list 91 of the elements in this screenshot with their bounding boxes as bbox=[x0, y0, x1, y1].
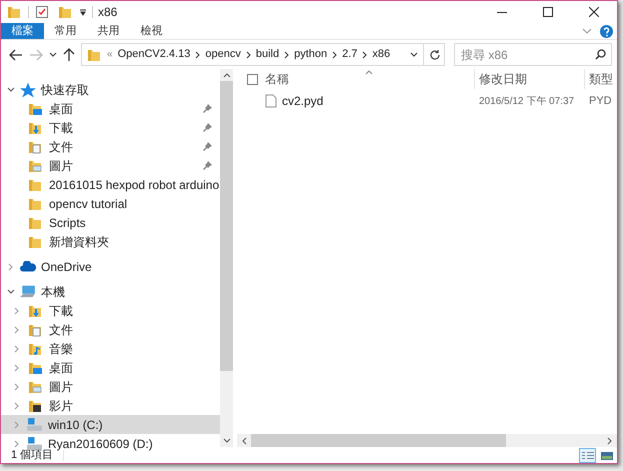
sidebar-row[interactable]: 文件 bbox=[1, 320, 220, 339]
sidebar-item[interactable]: OneDrive bbox=[41, 260, 92, 274]
table-cell-text: PYD bbox=[588, 94, 612, 109]
scrollbar-thumb[interactable] bbox=[220, 81, 233, 371]
chevron-down-icon[interactable] bbox=[7, 86, 15, 94]
scrollbar-thumb[interactable] bbox=[251, 434, 506, 447]
details-view-button[interactable] bbox=[579, 448, 596, 463]
column-header[interactable]: 名稱 bbox=[265, 70, 289, 88]
chevron-right-icon[interactable] bbox=[246, 50, 251, 58]
sidebar-row[interactable]: 圖片 bbox=[1, 377, 220, 396]
details-view-icon bbox=[582, 452, 594, 459]
chevron-right-icon[interactable] bbox=[332, 50, 338, 58]
breadcrumb-item[interactable]: opencv bbox=[205, 46, 241, 63]
breadcrumb-item[interactable]: build bbox=[256, 46, 280, 63]
window-title: x86 bbox=[98, 4, 118, 21]
sidebar-item[interactable]: 桌面 bbox=[49, 360, 73, 374]
up-icon[interactable] bbox=[63, 48, 75, 62]
sidebar-item[interactable]: 20161015 hexpod robot arduino bbox=[49, 178, 220, 192]
pin-icon[interactable] bbox=[203, 161, 212, 170]
horizontal-scrollbar[interactable] bbox=[237, 434, 617, 447]
sidebar-item[interactable]: 下載 bbox=[49, 304, 73, 318]
sidebar-item[interactable]: Scripts bbox=[49, 216, 86, 230]
ribbon-tab[interactable]: 檔案 bbox=[1, 23, 44, 39]
pin-icon[interactable] bbox=[203, 123, 212, 132]
overflow-icon[interactable]: « bbox=[107, 47, 113, 62]
file-row[interactable]: cv2.pyd 2016/5/12 下午 07:37 PYD bbox=[237, 91, 617, 111]
sidebar-item[interactable]: 音樂 bbox=[49, 342, 73, 356]
chevron-down-icon[interactable] bbox=[410, 50, 418, 58]
drive-icon bbox=[27, 418, 42, 431]
column-header[interactable]: 修改日期 bbox=[479, 70, 527, 88]
vertical-scrollbar[interactable] bbox=[220, 69, 233, 447]
table-cell-text: 2016/5/12 下午 07:37 bbox=[479, 94, 574, 108]
maximize-icon bbox=[543, 7, 553, 17]
properties-icon[interactable] bbox=[35, 5, 49, 19]
cloud-icon bbox=[20, 260, 36, 272]
sidebar-item[interactable]: opencv tutorial bbox=[49, 196, 128, 210]
sidebar-item[interactable]: 文件 bbox=[49, 140, 73, 154]
sidebar-row[interactable]: 桌面 bbox=[1, 358, 220, 377]
sidebar-item[interactable]: 文件 bbox=[49, 322, 73, 336]
sidebar-item[interactable]: 圖片 bbox=[49, 380, 73, 394]
ribbon-tab[interactable]: 檢視 bbox=[130, 23, 173, 39]
file-name: cv2.pyd bbox=[282, 93, 324, 110]
drive-icon bbox=[27, 437, 42, 450]
sidebar-item[interactable]: 圖片 bbox=[49, 158, 73, 172]
breadcrumb-item[interactable]: OpenCV2.4.13 bbox=[118, 46, 190, 63]
help-icon[interactable] bbox=[600, 24, 613, 38]
thumbnails-view-icon bbox=[600, 452, 612, 460]
sidebar-row[interactable]: 影片 bbox=[1, 396, 220, 415]
back-icon[interactable] bbox=[9, 48, 23, 60]
search-field[interactable]: 搜尋 x86 bbox=[454, 43, 612, 66]
new-folder-icon bbox=[57, 4, 73, 20]
sidebar-item[interactable]: 桌面 bbox=[49, 102, 73, 116]
computer-icon bbox=[20, 284, 36, 298]
item-count: 1 個項目 bbox=[11, 450, 64, 461]
scroll-left-icon[interactable] bbox=[241, 436, 247, 444]
column-header[interactable]: 類型 bbox=[589, 70, 613, 88]
chevron-down-icon[interactable] bbox=[7, 288, 15, 296]
sidebar-item[interactable]: 影片 bbox=[49, 398, 73, 412]
scroll-up-icon[interactable] bbox=[222, 72, 230, 78]
scroll-right-icon[interactable] bbox=[607, 436, 613, 444]
refresh-icon[interactable] bbox=[429, 48, 441, 60]
star-icon bbox=[20, 82, 36, 98]
breadcrumb-item[interactable]: python bbox=[294, 46, 328, 63]
chevron-right-icon[interactable] bbox=[195, 50, 200, 58]
chevron-right-icon[interactable] bbox=[284, 50, 290, 58]
pin-icon[interactable] bbox=[203, 142, 212, 151]
select-all-checkbox[interactable] bbox=[247, 74, 258, 84]
scroll-down-icon[interactable] bbox=[222, 438, 230, 444]
folder-icon bbox=[6, 4, 22, 20]
sidebar-row[interactable]: win10 (C:) bbox=[1, 415, 220, 434]
chevron-down-icon[interactable] bbox=[49, 50, 57, 58]
file-icon bbox=[265, 94, 277, 108]
sidebar-item[interactable]: 下載 bbox=[49, 120, 73, 134]
sidebar-row[interactable]: 音樂 bbox=[1, 339, 220, 358]
close-icon bbox=[589, 7, 599, 17]
address-bar[interactable]: « OpenCV2.4.13 opencv build python 2.7 x86 bbox=[81, 43, 445, 66]
pin-icon[interactable] bbox=[203, 104, 212, 113]
ribbon-tab[interactable]: 常用 bbox=[44, 23, 87, 39]
sidebar-item[interactable]: Ryan20160609 (D:) bbox=[48, 436, 153, 450]
search-icon[interactable] bbox=[595, 49, 606, 60]
breadcrumb-item[interactable]: x86 bbox=[372, 46, 390, 63]
breadcrumb-item[interactable]: 2.7 bbox=[342, 46, 358, 63]
ribbon-tab[interactable]: 共用 bbox=[87, 23, 130, 39]
sidebar-item[interactable]: win10 (C:) bbox=[48, 418, 103, 432]
sidebar-item[interactable]: 快速存取 bbox=[41, 82, 89, 96]
chevron-right-icon[interactable] bbox=[362, 50, 368, 58]
sidebar-item[interactable]: 新增資料夾 bbox=[49, 234, 109, 248]
sidebar-item[interactable]: 本機 bbox=[41, 284, 65, 298]
sidebar-row[interactable]: 下載 bbox=[1, 301, 220, 320]
dropdown-icon[interactable] bbox=[79, 8, 87, 16]
sort-icon bbox=[365, 70, 373, 75]
